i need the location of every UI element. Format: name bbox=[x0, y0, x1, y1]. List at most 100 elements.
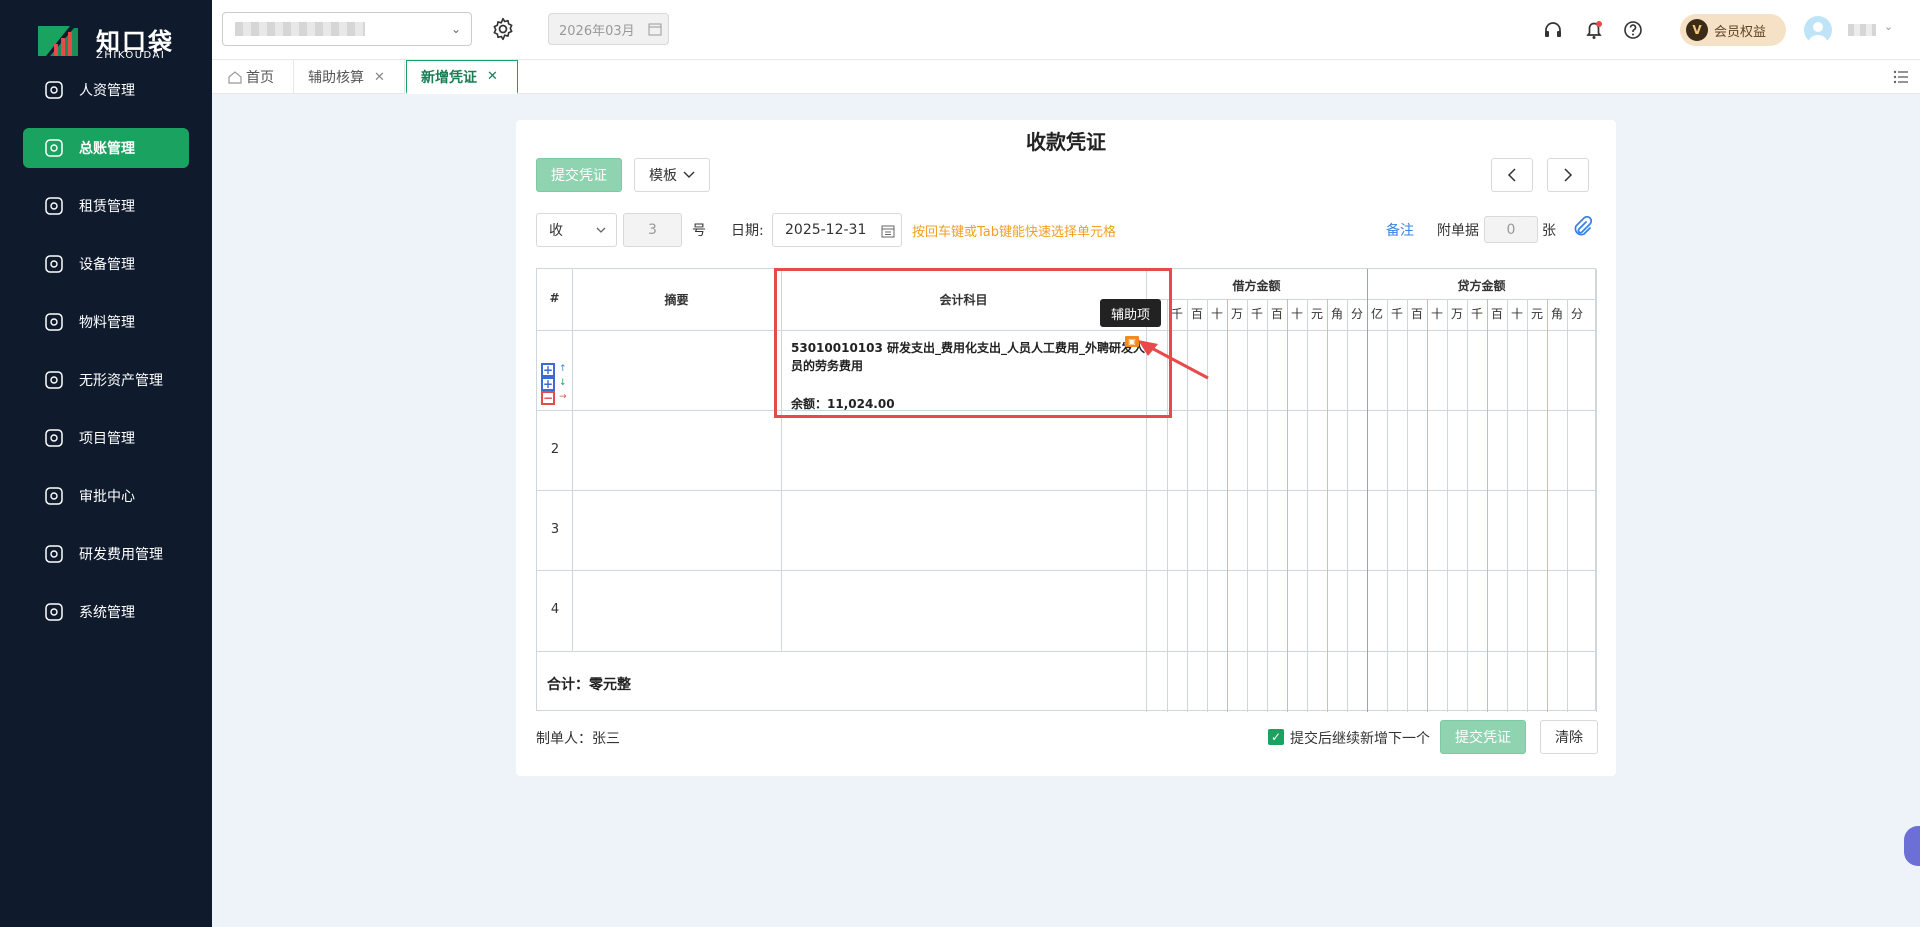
chevron-left-icon bbox=[1507, 168, 1516, 182]
voucher-type-select[interactable]: 收 bbox=[536, 213, 617, 247]
intangible-asset-icon bbox=[43, 369, 65, 391]
sidebar-item-label: 审批中心 bbox=[79, 489, 135, 505]
user-avatar-icon bbox=[1808, 22, 1828, 44]
tab-new-voucher[interactable]: 新增凭证 ✕ bbox=[406, 60, 518, 94]
sidebar: 知口袋 ZHIKOUDAI 人资管理总账管理租赁管理设备管理物料管理无形资产管理… bbox=[0, 0, 212, 927]
aux-tooltip: 辅助项 bbox=[1100, 299, 1161, 327]
vip-label: 会员权益 bbox=[1714, 24, 1767, 40]
home-icon bbox=[228, 71, 242, 84]
user-menu-chevron-icon[interactable]: ⌄ bbox=[1884, 20, 1893, 33]
paperclip-icon[interactable] bbox=[1570, 215, 1594, 239]
keyboard-hint: 按回车键或Tab键能快速选择单元格 bbox=[912, 225, 1117, 240]
calendar-icon bbox=[648, 23, 662, 36]
sidebar-item-label: 项目管理 bbox=[79, 431, 135, 447]
voucher-type-value: 收 bbox=[549, 223, 563, 239]
debit-digit-label: 角 bbox=[1330, 307, 1343, 321]
sidebar-item-lease[interactable]: 租赁管理 bbox=[23, 186, 189, 226]
credit-digit-label: 百 bbox=[1410, 307, 1423, 321]
debit-digit-label: 元 bbox=[1310, 307, 1323, 321]
clear-button[interactable]: 清除 bbox=[1540, 720, 1598, 754]
tab-aux-accounting[interactable]: 辅助核算 ✕ bbox=[294, 60, 405, 94]
continue-label: 提交后继续新增下一个 bbox=[1290, 731, 1430, 747]
sidebar-item-label: 无形资产管理 bbox=[79, 373, 163, 389]
company-select[interactable]: ⌄ bbox=[222, 12, 472, 46]
date-input[interactable]: 2025-12-31 bbox=[772, 213, 902, 247]
tab-label: 辅助核算 bbox=[308, 70, 364, 86]
debit-digit-label: 分 bbox=[1350, 307, 1363, 321]
period-picker[interactable]: 2026年03月 bbox=[548, 13, 669, 45]
vip-benefits-button[interactable]: V 会员权益 bbox=[1680, 14, 1786, 46]
credit-digit-label: 元 bbox=[1530, 307, 1543, 321]
debit-digit-label: 万 bbox=[1230, 307, 1243, 321]
chevron-down-icon bbox=[683, 171, 695, 178]
top-bar: ⌄ 2026年03月 V 会员权益 ⌄ bbox=[212, 0, 1920, 60]
debit-digit-label: 百 bbox=[1270, 307, 1283, 321]
vip-badge-icon: V bbox=[1686, 19, 1708, 41]
sidebar-item-label: 租赁管理 bbox=[79, 199, 135, 215]
attachment-count-input[interactable]: 0 bbox=[1484, 216, 1538, 243]
voucher-title: 收款凭证 bbox=[1026, 130, 1106, 154]
pointer-arrow-icon bbox=[1138, 340, 1209, 380]
tab-label: 首页 bbox=[246, 70, 274, 86]
debit-digit-label: 十 bbox=[1290, 307, 1303, 321]
insert-row-above-icon[interactable]: + bbox=[541, 363, 555, 377]
sidebar-item-gear[interactable]: 系统管理 bbox=[23, 592, 189, 632]
avatar[interactable] bbox=[1804, 16, 1832, 44]
account-cell[interactable]: 53010010103 研发支出_费用化支出_人员人工费用_外聘研发人员的劳务费… bbox=[791, 339, 1147, 375]
template-dropdown[interactable]: 模板 bbox=[634, 158, 710, 192]
account-balance: 余额：11,024.00 bbox=[791, 397, 895, 411]
row-number: 4 bbox=[550, 602, 560, 617]
credit-digit-label: 分 bbox=[1570, 307, 1583, 321]
ledger-icon bbox=[43, 137, 65, 159]
sidebar-item-approval[interactable]: 审批中心 bbox=[23, 476, 189, 516]
voucher-number-input[interactable]: 3 bbox=[623, 213, 682, 247]
sidebar-item-intangible-asset[interactable]: 无形资产管理 bbox=[23, 360, 189, 400]
help-icon[interactable] bbox=[1622, 19, 1644, 41]
sidebar-item-rd-expense[interactable]: 研发费用管理 bbox=[23, 534, 189, 574]
voucher-card: 收款凭证 提交凭证 模板 收 3 号 日期: 2025-12-31 按回车键或T… bbox=[516, 120, 1616, 776]
tabs-bar: 首页 辅助核算 ✕ 新增凭证 ✕ bbox=[212, 60, 1920, 94]
credit-digit-label: 百 bbox=[1490, 307, 1503, 321]
period-value: 2026年03月 bbox=[559, 23, 635, 39]
sidebar-item-label: 物料管理 bbox=[79, 315, 135, 331]
chat-icon[interactable] bbox=[1904, 826, 1920, 866]
project-icon bbox=[43, 427, 65, 449]
sidebar-item-project[interactable]: 项目管理 bbox=[23, 418, 189, 458]
sidebar-item-device[interactable]: 设备管理 bbox=[23, 244, 189, 284]
submit-voucher-button[interactable]: 提交凭证 bbox=[536, 158, 622, 192]
debit-digit-label: 千 bbox=[1170, 307, 1183, 321]
bell-icon[interactable] bbox=[1583, 19, 1605, 41]
credit-digit-label: 十 bbox=[1510, 307, 1523, 321]
col-credit: 贷方金额 bbox=[1457, 279, 1506, 293]
col-account: 会计科目 bbox=[939, 293, 988, 307]
arrow-up-icon: ↑ bbox=[559, 364, 567, 374]
insert-row-below-icon[interactable]: + bbox=[541, 377, 555, 391]
date-value: 2025-12-31 bbox=[785, 222, 867, 238]
sidebar-item-material[interactable]: 物料管理 bbox=[23, 302, 189, 342]
headset-icon[interactable] bbox=[1542, 19, 1564, 41]
tab-list-icon[interactable] bbox=[1892, 68, 1910, 86]
close-icon[interactable]: ✕ bbox=[487, 69, 498, 84]
close-icon[interactable]: ✕ bbox=[374, 70, 385, 85]
material-icon bbox=[43, 311, 65, 333]
prev-voucher-button[interactable] bbox=[1491, 158, 1533, 192]
tab-home[interactable]: 首页 bbox=[212, 60, 294, 94]
continue-checkbox[interactable]: ✓ bbox=[1268, 729, 1284, 745]
credit-digit-label: 十 bbox=[1430, 307, 1443, 321]
note-link[interactable]: 备注 bbox=[1386, 220, 1414, 240]
settings-gear-icon[interactable] bbox=[490, 16, 516, 42]
company-name-redacted bbox=[235, 22, 365, 36]
sidebar-item-user-circle[interactable]: 人资管理 bbox=[23, 70, 189, 110]
footer-submit-button[interactable]: 提交凭证 bbox=[1440, 720, 1526, 754]
next-voucher-button[interactable] bbox=[1547, 158, 1589, 192]
rd-expense-icon bbox=[43, 543, 65, 565]
chevron-right-icon bbox=[1564, 168, 1573, 182]
tab-label: 新增凭证 bbox=[421, 69, 477, 86]
total-label: 合计：零元整 bbox=[547, 677, 631, 693]
sidebar-item-ledger[interactable]: 总账管理 bbox=[23, 128, 189, 168]
row-number: 2 bbox=[550, 442, 560, 457]
number-suffix: 号 bbox=[692, 223, 706, 239]
logo[interactable]: 知口袋 ZHIKOUDAI bbox=[36, 20, 186, 66]
col-debit: 借方金额 bbox=[1232, 279, 1281, 293]
delete-row-icon[interactable]: − bbox=[541, 391, 555, 405]
